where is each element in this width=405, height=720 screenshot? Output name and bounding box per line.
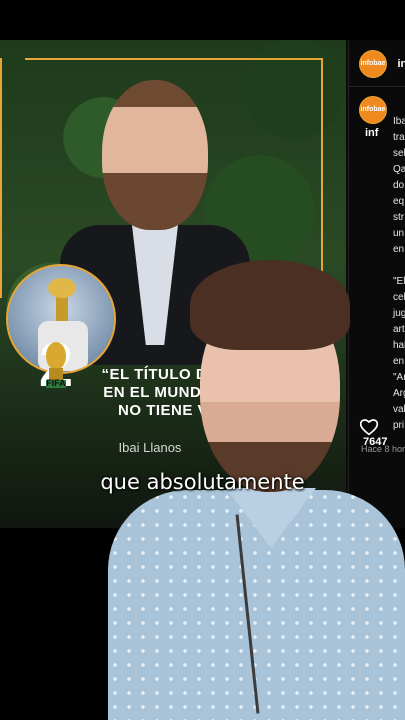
- account-name[interactable]: inf: [397, 58, 405, 70]
- frame-left-line: [0, 58, 2, 298]
- caption-avatar[interactable]: infobae: [359, 96, 387, 124]
- header-divider: [349, 86, 405, 87]
- account-avatar[interactable]: infobae: [359, 50, 387, 78]
- speaker-hair: [190, 260, 350, 350]
- account-header[interactable]: infobae inf: [359, 50, 405, 80]
- head: [102, 80, 208, 230]
- caption-account-name[interactable]: inf: [365, 127, 378, 139]
- video-subtitle: que absolutamente: [100, 470, 305, 494]
